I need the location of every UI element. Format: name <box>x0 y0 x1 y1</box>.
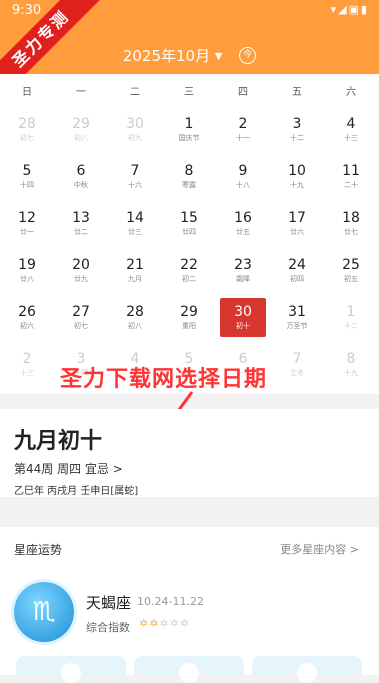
day-info-panel[interactable]: 九月初十 第44周 周四 宜忌 > 乙巳年 丙戌月 壬申日[属蛇] <box>0 409 379 497</box>
fortune-card[interactable] <box>16 656 126 683</box>
rating-stars: ✡✡✡✡✡ <box>139 617 190 630</box>
ganzhi-date: 乙巳年 丙戌月 壬申日[属蛇] <box>14 486 139 497</box>
week-yiji-link[interactable]: 第44周 周四 宜忌 > <box>14 460 123 477</box>
fortune-card[interactable] <box>252 656 362 683</box>
index-label: 综合指数 <box>86 621 130 634</box>
zodiac-name[interactable]: 天蝎座 <box>86 592 131 613</box>
zodiac-dates: 10.24-11.22 <box>137 595 204 608</box>
star-icon: ✡ <box>169 617 180 630</box>
horoscope-title: 星座运势 <box>14 543 63 557</box>
lunar-date: 九月初十 <box>14 429 103 454</box>
star-icon: ✡ <box>179 617 191 630</box>
more-horoscope-link[interactable]: 更多星座内容 > <box>280 541 359 557</box>
fortune-card[interactable] <box>134 656 244 683</box>
star-icon: ✡ <box>149 617 160 630</box>
fortune-cards <box>16 656 362 683</box>
star-icon: ✡ <box>139 617 150 630</box>
star-icon: ✡ <box>159 617 170 630</box>
scorpio-icon[interactable]: ♏ <box>14 582 74 642</box>
horoscope-panel: 星座运势 更多星座内容 > ♏ 天蝎座 10.24-11.22 综合指数 ✡✡✡… <box>0 527 379 683</box>
